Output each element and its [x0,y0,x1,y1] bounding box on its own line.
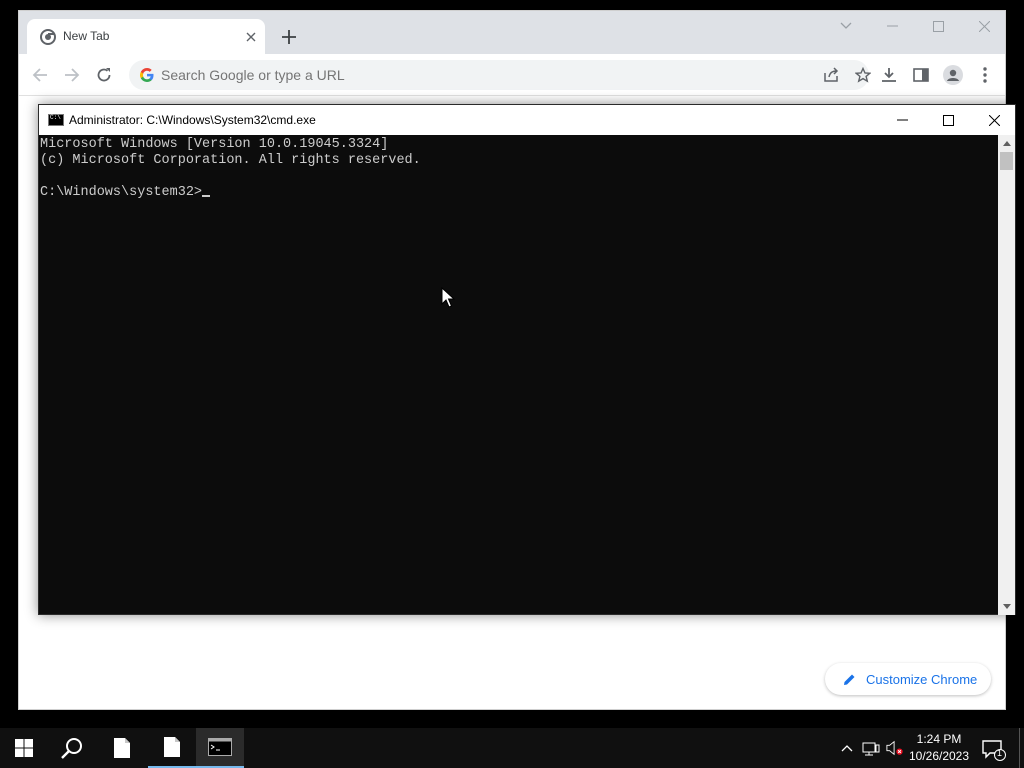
profile-avatar-icon[interactable] [941,63,965,87]
cmd-scrollbar[interactable] [998,135,1015,615]
share-icon[interactable] [819,63,843,87]
minimize-icon[interactable] [869,11,915,41]
scroll-thumb[interactable] [1000,152,1013,170]
maximize-icon[interactable] [915,11,961,41]
tab-new-tab[interactable]: New Tab [27,19,265,54]
notification-icon [982,740,1006,761]
volume-muted-icon[interactable] [886,739,904,757]
document-icon [114,738,130,758]
notification-count: 1 [997,748,1003,758]
windows-logo-icon [15,739,33,757]
omnibox[interactable] [129,60,871,90]
console-line-version: Microsoft Windows [Version 10.0.19045.33… [40,137,389,152]
cmd-window-title: Administrator: C:\Windows\System32\cmd.e… [69,113,316,127]
cmd-minimize-icon[interactable] [879,105,925,135]
clock-date: 10/26/2023 [908,749,970,763]
document-icon [164,737,180,757]
customize-chrome-button[interactable]: Customize Chrome [825,663,991,695]
omnibox-input[interactable] [161,60,761,90]
search-icon [61,738,82,759]
customize-chrome-label: Customize Chrome [866,671,978,687]
google-icon [140,68,154,82]
tab-title: New Tab [63,29,110,43]
desktop: New Tab Search Google or type a URL Cust… [0,0,1024,728]
cmd-app-icon [48,114,64,126]
console-prompt: C:\Windows\system32> [40,185,203,200]
menu-kebab-icon[interactable] [973,63,997,87]
tray-overflow-chevron-icon[interactable] [838,739,856,757]
console-prompt-line: C:\Windows\system32> [40,185,998,201]
pencil-icon [844,674,855,685]
cmd-window[interactable]: Administrator: C:\Windows\System32\cmd.e… [38,104,1016,615]
show-desktop-button[interactable] [1019,728,1024,768]
taskbar-clock[interactable]: 1:24 PM 10/26/2023 [904,731,974,765]
download-icon[interactable] [877,63,901,87]
console-cursor [202,195,211,197]
cmd-terminal-icon [208,738,232,756]
back-icon[interactable] [28,63,52,87]
close-icon[interactable] [961,11,1007,41]
reload-icon[interactable] [92,63,116,87]
taskbar-file-app-2[interactable] [148,728,196,768]
chrome-titlebar: New Tab [19,11,1005,54]
start-button[interactable] [0,728,48,768]
clock-time: 1:24 PM [916,732,962,746]
network-icon[interactable] [862,739,880,757]
chrome-favicon-icon [40,29,56,45]
side-panel-icon[interactable] [909,63,933,87]
mouse-pointer-icon [441,287,455,308]
scroll-up-icon[interactable] [998,135,1015,152]
cmd-close-icon[interactable] [971,105,1017,135]
new-tab-button[interactable] [277,25,301,49]
bookmark-star-icon[interactable] [851,63,875,87]
tab-search-icon[interactable] [823,11,869,41]
chrome-toolbar [19,54,1005,96]
console-line-copyright: (c) Microsoft Corporation. All rights re… [40,153,421,168]
cmd-titlebar[interactable]: Administrator: C:\Windows\System32\cmd.e… [39,105,1015,135]
cmd-console[interactable]: Microsoft Windows [Version 10.0.19045.33… [39,135,999,615]
notification-center-button[interactable]: 1 [980,736,1006,762]
tab-close-icon[interactable] [241,27,261,47]
forward-icon[interactable] [60,63,84,87]
taskbar: 1:24 PM 10/26/2023 1 [0,728,1024,768]
taskbar-cmd-app[interactable] [196,728,244,768]
cmd-maximize-icon[interactable] [925,105,971,135]
taskbar-search-button[interactable] [48,728,96,768]
scroll-down-icon[interactable] [998,598,1015,615]
taskbar-file-app-1[interactable] [98,728,146,768]
